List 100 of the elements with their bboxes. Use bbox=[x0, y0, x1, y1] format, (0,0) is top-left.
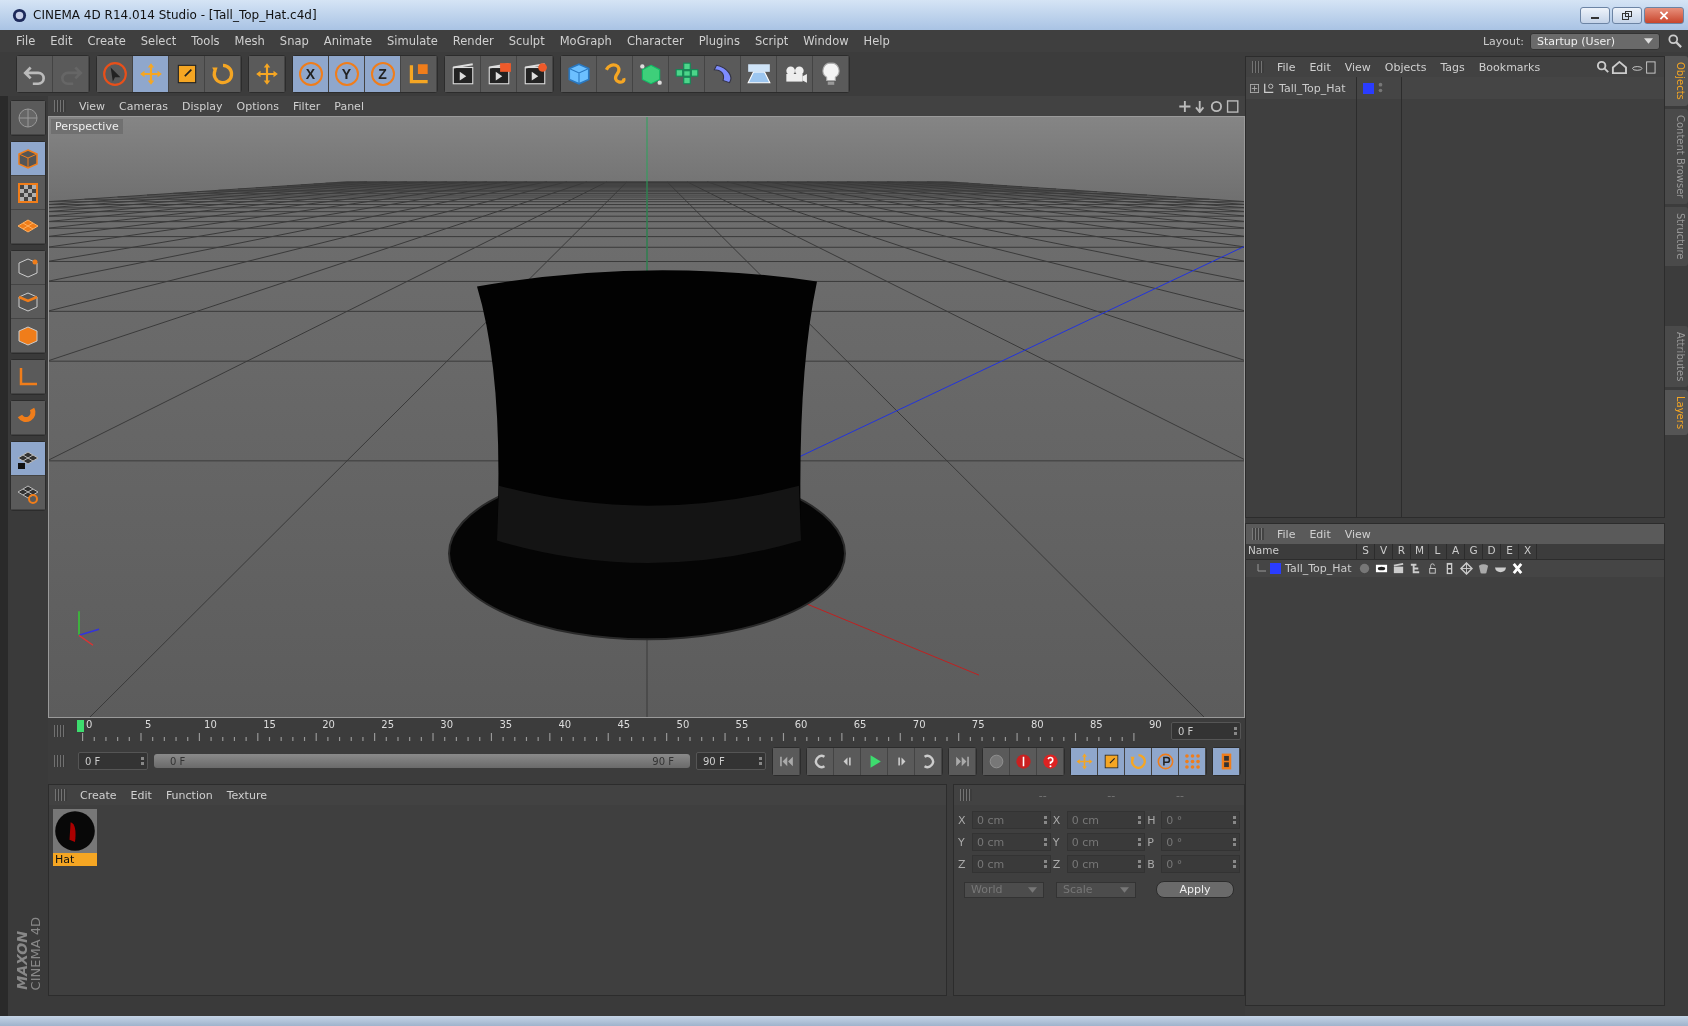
expand-icon[interactable] bbox=[1250, 83, 1259, 93]
column-header[interactable]: G bbox=[1465, 544, 1483, 559]
grid-lock-tool-button[interactable] bbox=[11, 442, 45, 476]
cube-object-tool-button[interactable] bbox=[11, 142, 45, 176]
axis-letter-tool-button[interactable]: Y bbox=[329, 56, 365, 92]
menu-item[interactable]: Edit bbox=[1302, 527, 1338, 541]
menu-item[interactable]: Snap bbox=[273, 34, 318, 48]
floor-tool-button[interactable] bbox=[741, 56, 777, 92]
move-tool-button[interactable] bbox=[133, 56, 169, 92]
timeline-ruler[interactable]: 0 5 10 15 20 25 30 35 40 45 50 55 60 65 70 75 80 85 90 0 F bbox=[48, 718, 1245, 744]
scale-tool-button[interactable] bbox=[1098, 747, 1125, 775]
record-tool-button[interactable] bbox=[1010, 747, 1037, 775]
texture-tool-button[interactable] bbox=[11, 176, 45, 210]
play-tool-button[interactable] bbox=[861, 747, 888, 775]
polygons-tool-button[interactable] bbox=[11, 319, 45, 353]
column-header[interactable]: Name bbox=[1246, 544, 1357, 559]
menu-item[interactable]: Mesh bbox=[228, 34, 274, 48]
param-tool-button[interactable] bbox=[1152, 747, 1179, 775]
menu-item[interactable]: MoGraph bbox=[553, 34, 621, 48]
menu-item[interactable]: Tags bbox=[1433, 60, 1472, 74]
prev-frame-tool-button[interactable] bbox=[834, 747, 861, 775]
menu-item[interactable]: Character bbox=[620, 34, 693, 48]
menu-item[interactable]: View bbox=[1337, 60, 1378, 74]
menu-item[interactable]: Sculpt bbox=[502, 34, 554, 48]
close-button[interactable] bbox=[1644, 6, 1684, 24]
column-header[interactable]: L bbox=[1429, 544, 1447, 559]
clapper-tool-button[interactable] bbox=[445, 56, 481, 92]
end-frame-field[interactable]: 90 F bbox=[696, 752, 766, 770]
scale-tool-button[interactable] bbox=[169, 56, 205, 92]
menu-item[interactable]: Panel bbox=[327, 99, 371, 113]
first-tool-button[interactable] bbox=[773, 747, 800, 775]
menu-item[interactable]: Cameras bbox=[112, 99, 175, 113]
help-tool-button[interactable] bbox=[1037, 747, 1064, 775]
menu-item[interactable]: Options bbox=[229, 99, 286, 113]
menu-item[interactable]: Texture bbox=[219, 788, 274, 802]
camera-tool-button[interactable] bbox=[777, 56, 813, 92]
grid-tool-button[interactable] bbox=[11, 210, 45, 244]
dots-tool-button[interactable] bbox=[1179, 747, 1206, 775]
magnet-tool-button[interactable] bbox=[11, 401, 45, 435]
grid-rotate-tool-button[interactable] bbox=[11, 476, 45, 510]
coord-tool-button[interactable] bbox=[401, 56, 437, 92]
menu-item[interactable]: File bbox=[10, 34, 45, 48]
menu-item[interactable]: Edit bbox=[123, 788, 159, 802]
last-tool-button[interactable] bbox=[949, 747, 976, 775]
menu-item[interactable]: Animate bbox=[317, 34, 381, 48]
move-tool-button[interactable] bbox=[1071, 747, 1098, 775]
xref-icon[interactable] bbox=[1511, 562, 1524, 575]
light-tool-button[interactable] bbox=[813, 56, 849, 92]
next-key-tool-button[interactable] bbox=[915, 747, 942, 775]
axis-letter-tool-button[interactable]: Z bbox=[365, 56, 401, 92]
column-header[interactable]: X bbox=[1519, 544, 1537, 559]
menu-item[interactable]: Objects bbox=[1377, 60, 1434, 74]
menu-item[interactable]: Filter bbox=[286, 99, 328, 113]
solo-toggle-icon[interactable] bbox=[1358, 562, 1371, 575]
menu-item[interactable]: Plugins bbox=[692, 34, 749, 48]
view-navigation-icons[interactable] bbox=[1179, 99, 1239, 113]
menu-item[interactable]: Create bbox=[73, 788, 124, 802]
layer-color-swatch[interactable] bbox=[1363, 82, 1374, 94]
menu-item[interactable]: Create bbox=[81, 34, 135, 48]
clapper-render-tool-button[interactable] bbox=[481, 56, 517, 92]
prev-key-tool-button[interactable] bbox=[807, 747, 834, 775]
menu-item[interactable]: Edit bbox=[1302, 60, 1338, 74]
menu-item[interactable]: Window bbox=[797, 34, 858, 48]
menu-item[interactable]: View bbox=[72, 99, 113, 113]
column-header[interactable]: A bbox=[1447, 544, 1465, 559]
cube-tool-button[interactable] bbox=[561, 56, 597, 92]
menu-item[interactable]: Render bbox=[446, 34, 503, 48]
column-header[interactable]: E bbox=[1501, 544, 1519, 559]
layout-dropdown[interactable]: Startup (User) bbox=[1530, 32, 1660, 50]
panel-navigation-icons[interactable] bbox=[1594, 59, 1658, 75]
undo-tool-button[interactable] bbox=[17, 56, 53, 92]
side-tab[interactable]: Objects bbox=[1665, 56, 1688, 106]
rotate-tool-button[interactable] bbox=[205, 56, 241, 92]
model-tool-button[interactable] bbox=[11, 101, 45, 135]
menu-item[interactable]: Bookmarks bbox=[1471, 60, 1548, 74]
points-tool-button[interactable] bbox=[11, 251, 45, 285]
lock-icon[interactable] bbox=[1426, 562, 1439, 575]
3d-viewport[interactable]: Perspective bbox=[48, 116, 1245, 718]
menu-item[interactable]: File bbox=[1270, 60, 1303, 74]
add-tool-button[interactable] bbox=[249, 56, 285, 92]
column-header[interactable]: V bbox=[1375, 544, 1393, 559]
edges-tool-button[interactable] bbox=[11, 285, 45, 319]
rotate-tool-button[interactable] bbox=[1125, 747, 1152, 775]
menu-item[interactable]: Display bbox=[175, 99, 230, 113]
axis-letter-tool-button[interactable]: X bbox=[293, 56, 329, 92]
menu-item[interactable]: Script bbox=[748, 34, 798, 48]
menu-item[interactable]: Edit bbox=[44, 34, 82, 48]
column-header[interactable]: D bbox=[1483, 544, 1501, 559]
menu-item[interactable]: Simulate bbox=[381, 34, 447, 48]
spline-tool-button[interactable] bbox=[597, 56, 633, 92]
menu-item[interactable]: Select bbox=[134, 34, 186, 48]
axis-tool-button[interactable] bbox=[11, 360, 45, 394]
minimize-button[interactable] bbox=[1580, 6, 1610, 24]
select-tool-button[interactable] bbox=[97, 56, 133, 92]
menu-item[interactable]: File bbox=[1270, 527, 1303, 541]
visibility-dots-icon[interactable] bbox=[1378, 82, 1383, 94]
column-header[interactable]: R bbox=[1393, 544, 1411, 559]
clapper-gear-tool-button[interactable] bbox=[517, 56, 553, 92]
search-icon[interactable] bbox=[1668, 34, 1682, 48]
material-item[interactable]: Hat bbox=[53, 809, 97, 866]
